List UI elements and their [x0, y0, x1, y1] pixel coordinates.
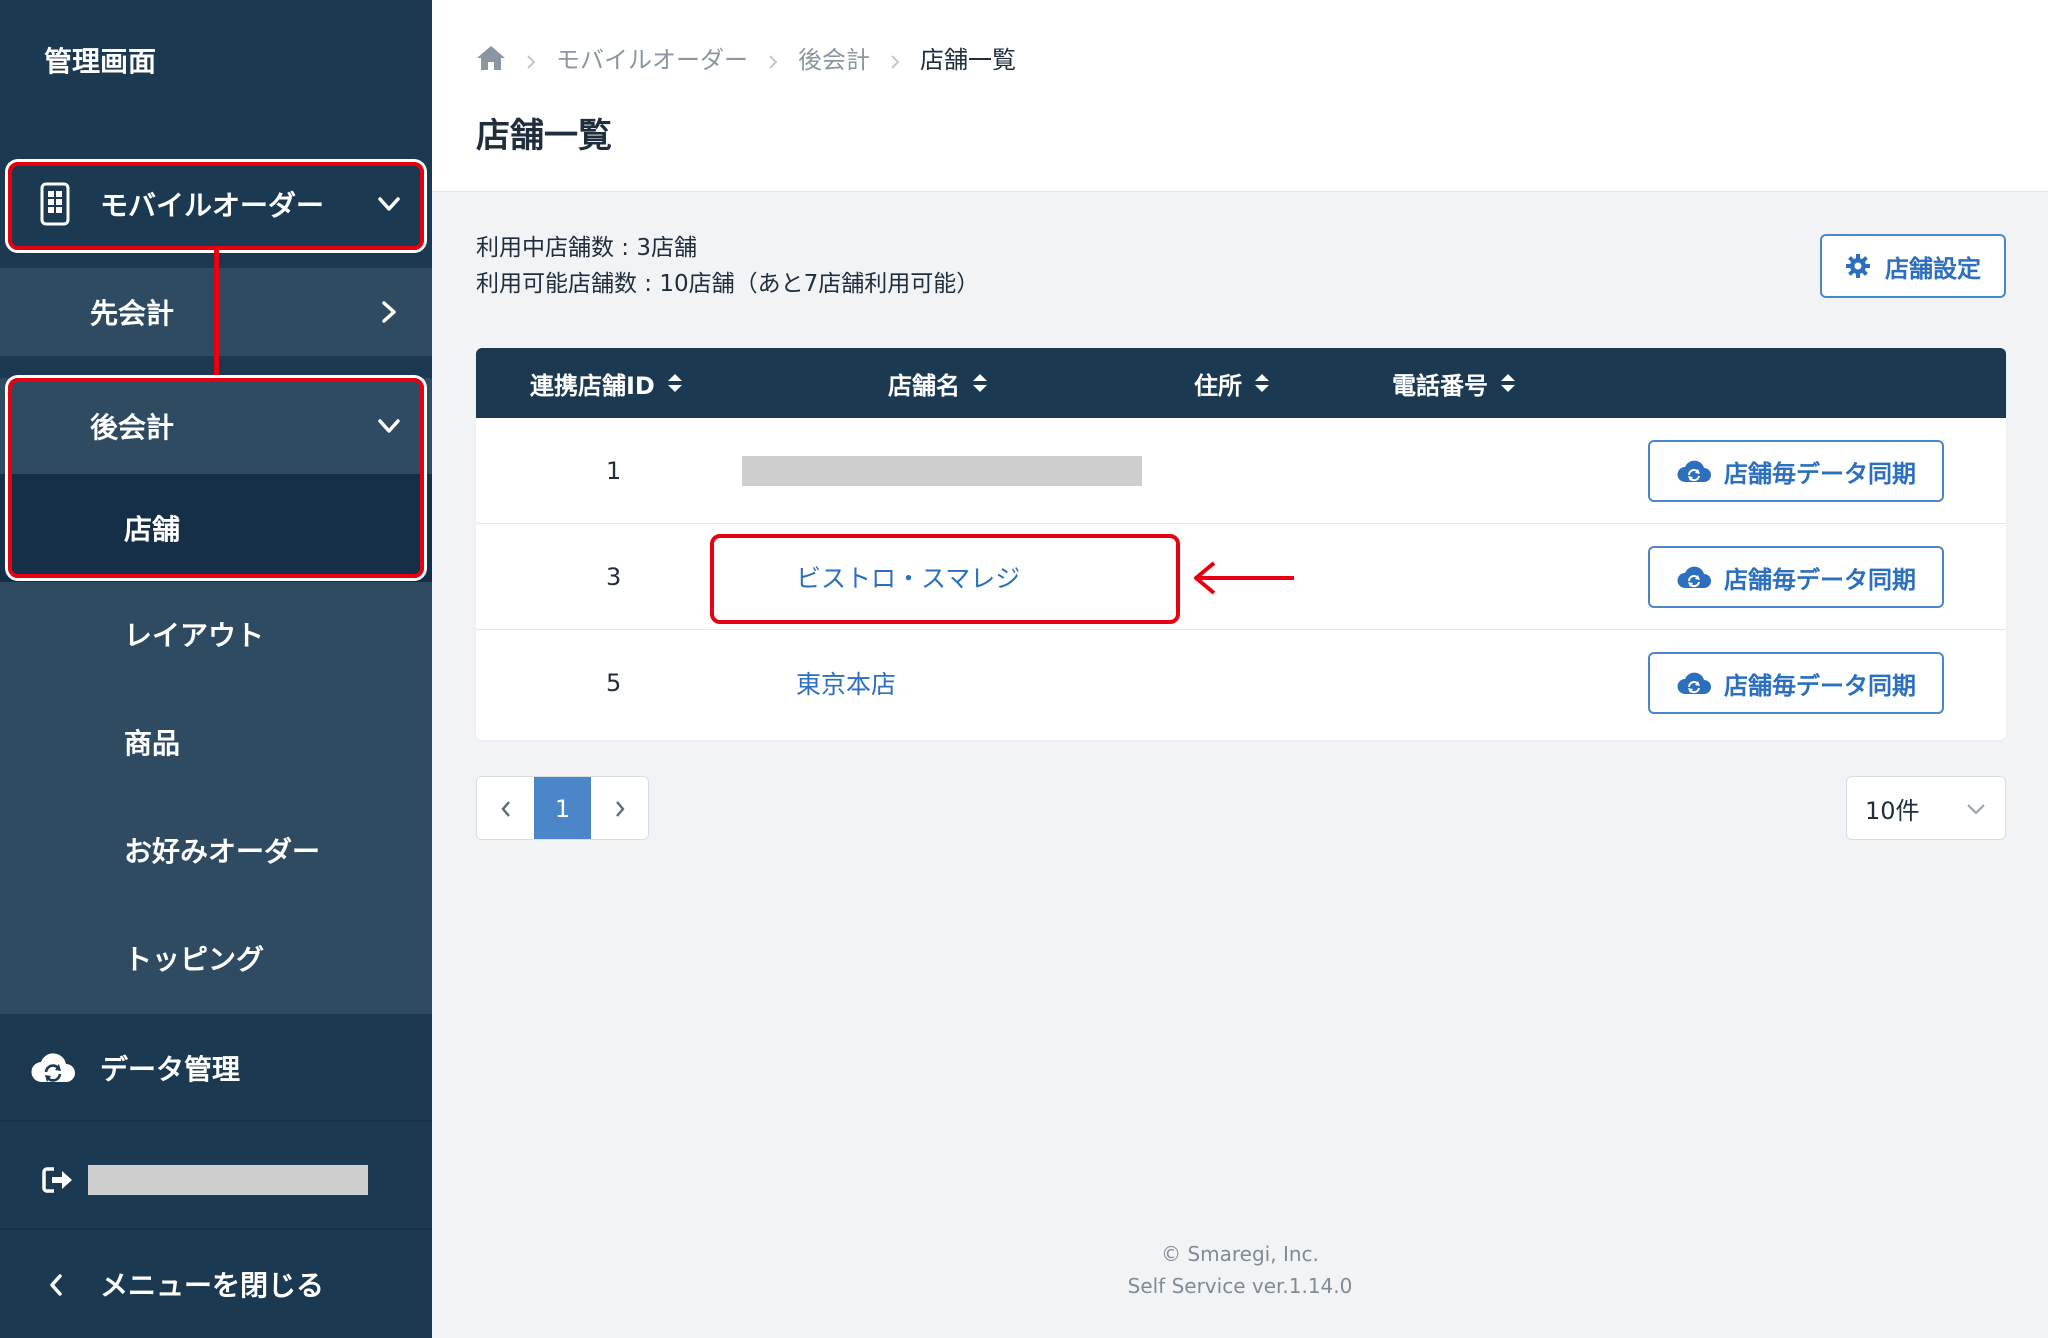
prev-page-button[interactable]: [477, 777, 534, 839]
sync-button-label: 店舗毎データ同期: [1724, 459, 1916, 488]
store-stats: 利用中店舗数 : 3店舗 利用可能店舗数 : 10店舗（あと7店舗利用可能）: [476, 230, 979, 302]
sidebar-item-layout[interactable]: レイアウト: [124, 614, 264, 654]
store-id: 5: [606, 669, 622, 697]
column-header-label: 連携店舗ID: [530, 371, 655, 400]
close-menu-label: メニューを閉じる: [100, 1269, 325, 1302]
divider: [0, 1120, 432, 1122]
close-menu-button[interactable]: メニューを閉じる: [0, 1240, 432, 1328]
sidebar: 管理画面 モバイルオーダー 先会計 後会計 店舗 レイアウト 商品 お好みオーダ…: [0, 0, 432, 1338]
stores-table: 連携店舗ID 店舗名 住所 電話番号 1 店舗毎データ同期 3 ビストロ・スマレ…: [476, 348, 2006, 740]
cloud-sync-icon: [1677, 566, 1711, 588]
per-page-value: 10件: [1865, 796, 1920, 825]
highlight-box: [710, 534, 1180, 624]
column-header-store-id[interactable]: 連携店舗ID: [530, 348, 683, 418]
footer-version: Self Service ver.1.14.0: [1127, 1274, 1353, 1298]
column-header-store-name[interactable]: 店舗名: [888, 348, 988, 418]
store-name-link[interactable]: 東京本店: [796, 630, 896, 736]
store-settings-button[interactable]: 店舗設定: [1820, 234, 2006, 298]
column-header-address[interactable]: 住所: [1194, 348, 1270, 418]
chevron-right-icon: [374, 297, 404, 327]
column-header-label: 店舗名: [888, 371, 960, 400]
store-id: 1: [606, 457, 622, 485]
in-use-count: 利用中店舗数 : 3店舗: [476, 235, 698, 261]
table-row: 1 店舗毎データ同期: [476, 418, 2006, 524]
sidebar-item-custom-order[interactable]: お好みオーダー: [124, 830, 320, 870]
sync-store-data-button[interactable]: 店舗毎データ同期: [1648, 440, 1944, 502]
footer-copyright: © Smaregi, Inc.: [1161, 1242, 1319, 1266]
sidebar-item-label: 先会計: [90, 297, 175, 330]
pagination: 1: [476, 776, 649, 840]
page-header: [432, 0, 2048, 192]
chevron-left-icon: [500, 801, 510, 817]
cloud-sync-icon: [1677, 672, 1711, 694]
breadcrumb-post-payment[interactable]: 後会計: [798, 40, 870, 75]
chevron-right-icon: [888, 49, 902, 69]
available-count: 利用可能店舗数 : 10店舗（あと7店舗利用可能）: [476, 271, 980, 297]
table-row: 5 東京本店 店舗毎データ同期: [476, 630, 2006, 736]
sidebar-item-user[interactable]: [0, 1136, 432, 1224]
sidebar-item-products[interactable]: 商品: [124, 722, 180, 762]
per-page-select[interactable]: 10件: [1846, 776, 2006, 840]
chevron-right-icon: [615, 801, 625, 817]
divider: [0, 1228, 432, 1230]
column-header-phone[interactable]: 電話番号: [1392, 348, 1516, 418]
breadcrumb-current: 店舗一覧: [920, 46, 1016, 74]
table-header: 連携店舗ID 店舗名 住所 電話番号: [476, 348, 2006, 418]
store-id: 3: [606, 563, 622, 591]
sidebar-submenu: レイアウト 商品 お好みオーダー トッピング: [0, 582, 432, 1014]
sidebar-title: 管理画面: [44, 45, 157, 78]
cloud-sync-icon: [30, 1050, 76, 1086]
arrow-left-icon: [1194, 561, 1294, 595]
sidebar-item-data-management[interactable]: データ管理: [0, 1020, 432, 1116]
logout-icon: [42, 1166, 74, 1194]
sidebar-item-label: データ管理: [100, 1053, 241, 1086]
gear-icon: [1846, 254, 1870, 278]
sort-icon: [973, 374, 987, 392]
chevron-right-icon: [766, 49, 780, 69]
store-settings-label: 店舗設定: [1885, 254, 1981, 283]
page-title: 店舗一覧: [476, 116, 612, 156]
sync-button-label: 店舗毎データ同期: [1724, 671, 1916, 700]
sort-icon: [1501, 374, 1515, 392]
redacted-store-name: [742, 456, 1142, 486]
chevron-down-icon: [1967, 804, 1985, 815]
column-header-label: 住所: [1194, 371, 1242, 400]
next-page-button[interactable]: [591, 777, 648, 839]
page-button[interactable]: 1: [534, 777, 591, 839]
highlight-box: [8, 162, 424, 250]
sync-button-label: 店舗毎データ同期: [1724, 565, 1916, 594]
chevron-right-icon: [524, 49, 538, 69]
highlight-box: [8, 378, 424, 578]
sort-icon: [667, 374, 682, 392]
column-header-label: 電話番号: [1392, 371, 1488, 400]
home-icon[interactable]: [476, 44, 506, 72]
breadcrumb: モバイルオーダー 後会計 店舗一覧: [476, 40, 1016, 75]
sort-icon: [1255, 374, 1269, 392]
highlight-connector: [214, 250, 219, 378]
cloud-sync-icon: [1677, 460, 1711, 482]
chevron-left-icon: [44, 1270, 68, 1300]
sync-store-data-button[interactable]: 店舗毎データ同期: [1648, 652, 1944, 714]
sidebar-item-toppings[interactable]: トッピング: [124, 938, 264, 978]
breadcrumb-mobile-order[interactable]: モバイルオーダー: [556, 40, 748, 75]
sync-store-data-button[interactable]: 店舗毎データ同期: [1648, 546, 1944, 608]
redacted-user-name: [88, 1165, 368, 1195]
